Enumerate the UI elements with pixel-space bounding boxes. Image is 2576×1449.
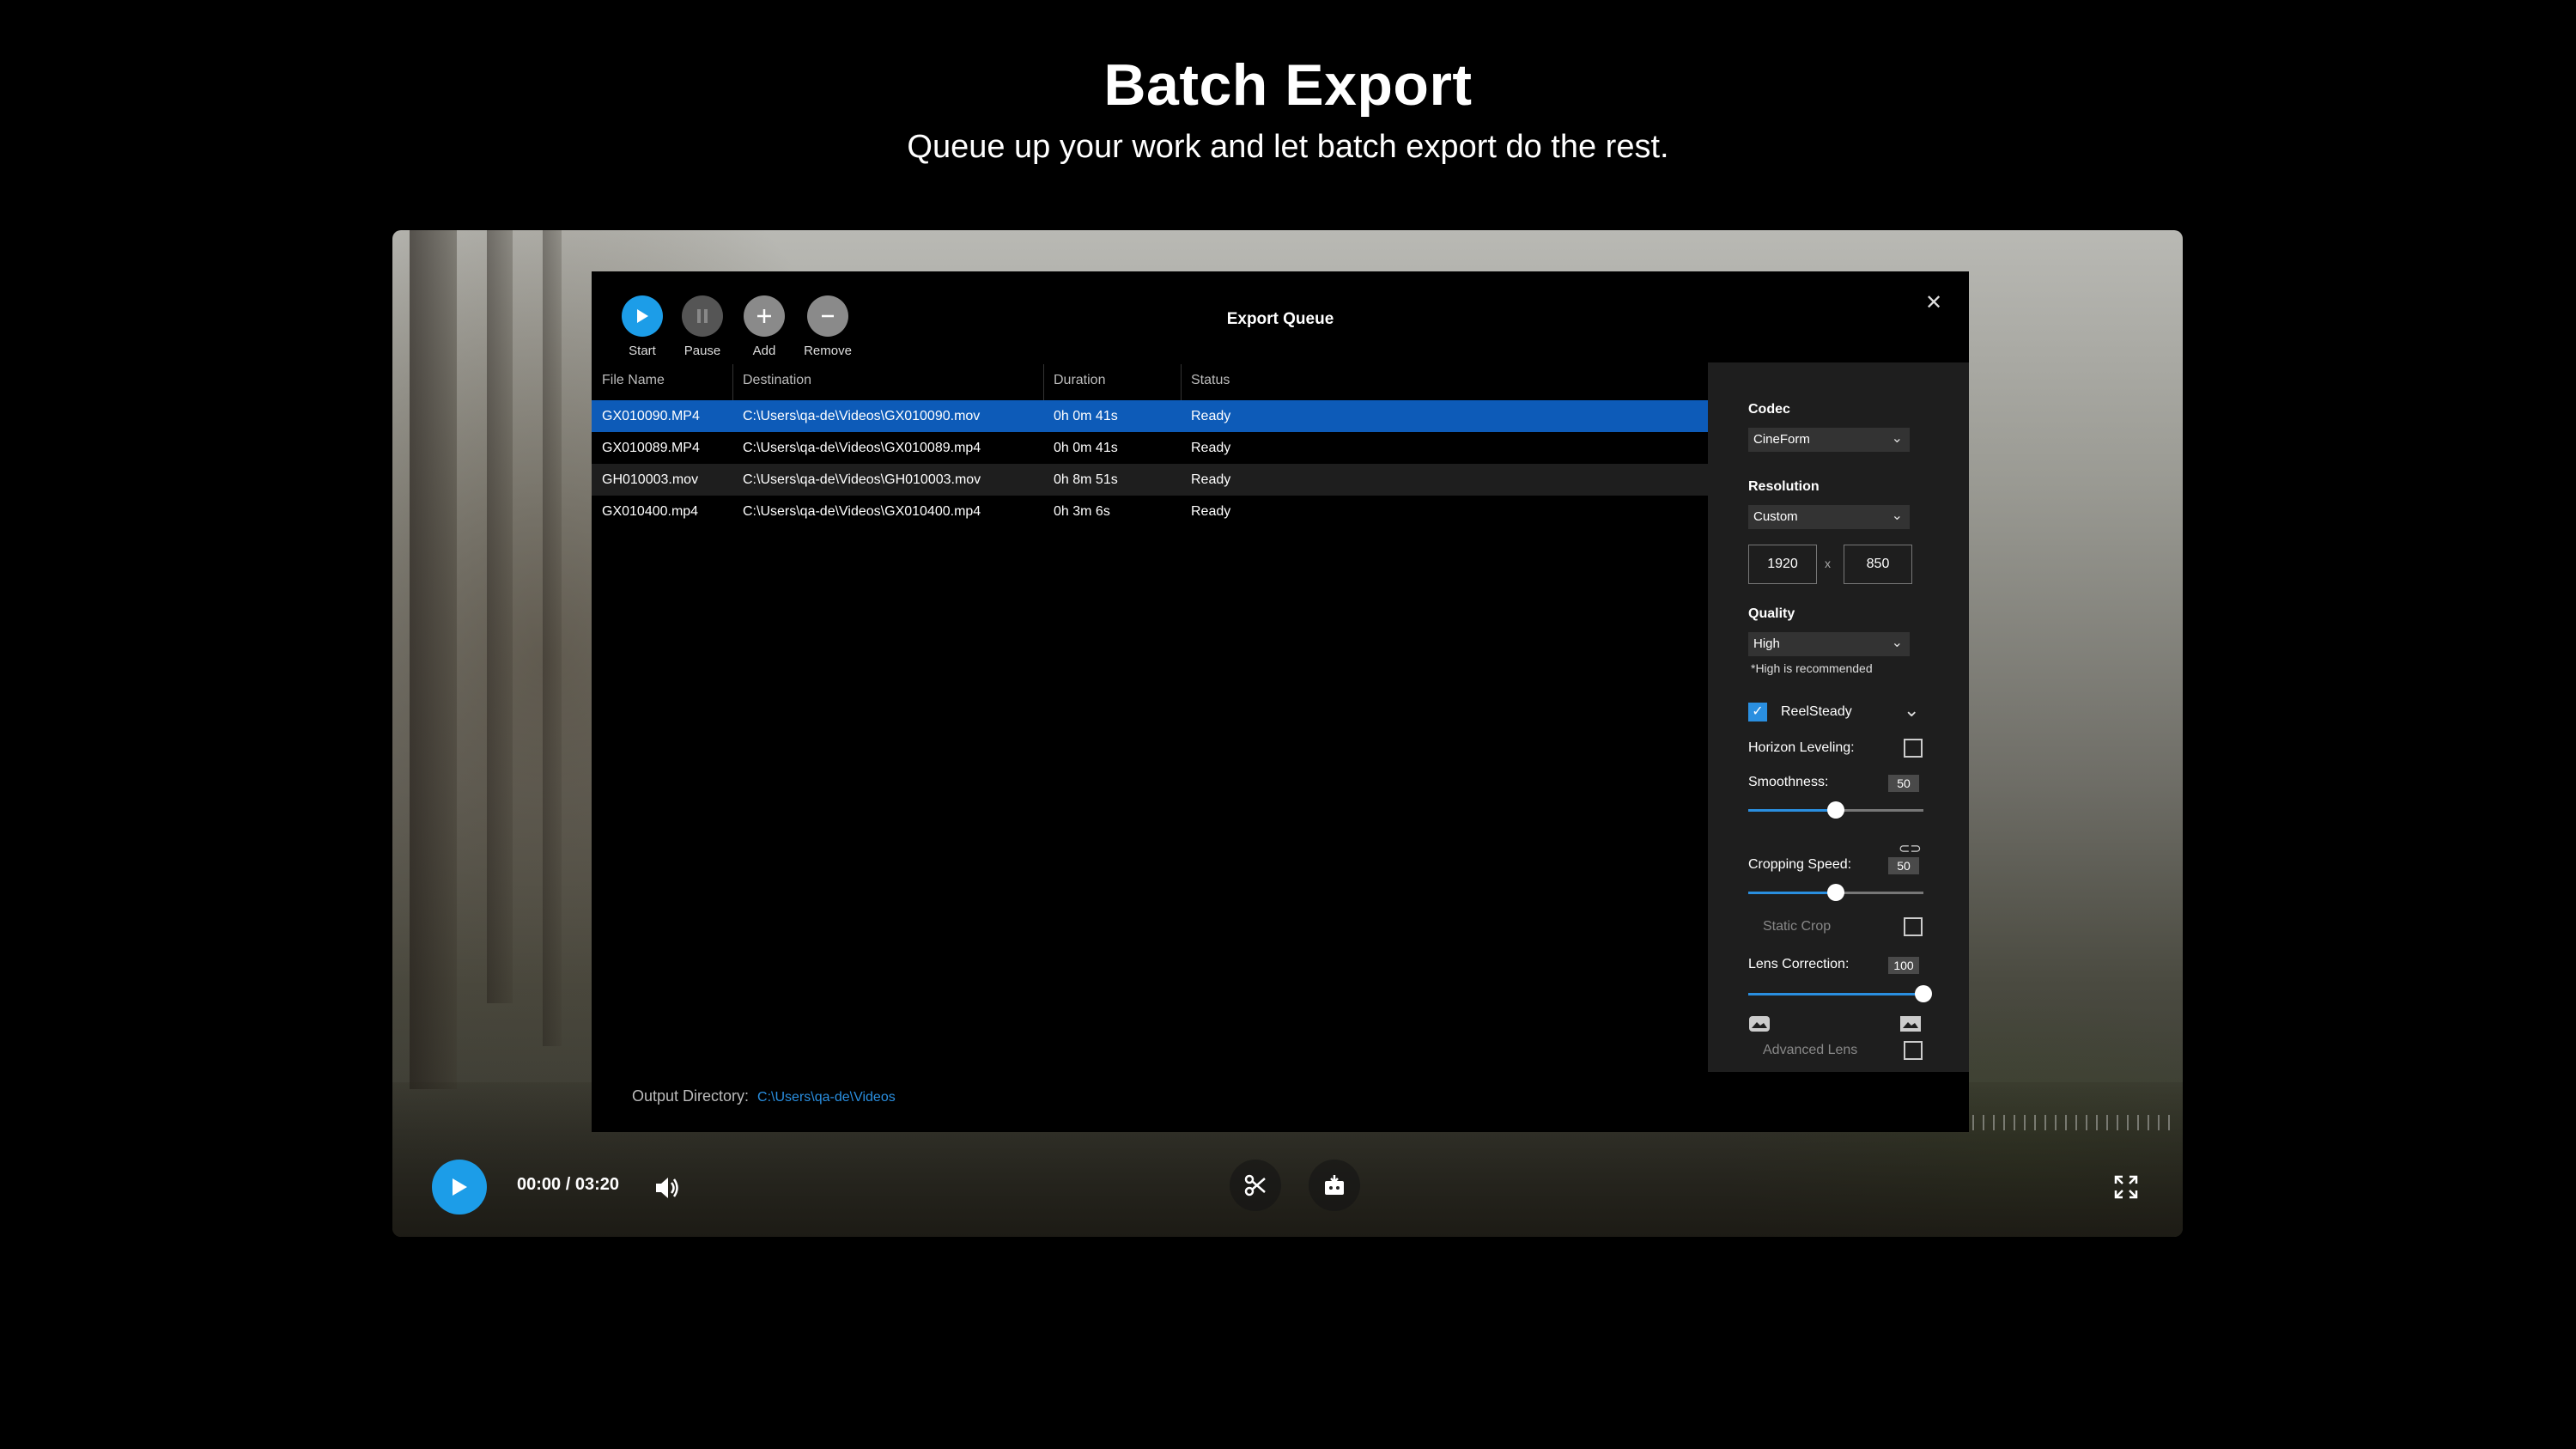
output-directory: Output Directory: C:\Users\qa-de\Videos <box>632 1087 896 1105</box>
chevron-down-icon: ⌄ <box>1891 431 1903 446</box>
cell-file-name: GH010003.mov <box>602 472 699 487</box>
output-directory-label: Output Directory: <box>632 1087 750 1105</box>
frame-grab-button[interactable] <box>1309 1160 1360 1211</box>
horizon-leveling-label: Horizon Leveling: <box>1748 740 1855 755</box>
table-row[interactable]: GH010003.mov C:\Users\qa-de\Videos\GH010… <box>592 464 1708 496</box>
trim-button[interactable] <box>1230 1160 1281 1211</box>
cell-status: Ready <box>1191 409 1231 423</box>
horizon-leveling-checkbox[interactable] <box>1904 739 1923 758</box>
lens-wide-icon <box>1749 1016 1770 1032</box>
codec-heading: Codec <box>1748 402 1790 417</box>
chevron-down-icon: ⌄ <box>1891 636 1903 650</box>
slider-handle[interactable] <box>1827 801 1844 819</box>
frame-grab-icon <box>1325 1175 1344 1195</box>
slider-handle[interactable] <box>1915 985 1932 1002</box>
smoothness-label: Smoothness: <box>1748 775 1829 789</box>
smoothness-value[interactable]: 50 <box>1888 775 1919 792</box>
static-crop-label: Static Crop <box>1763 919 1832 934</box>
export-settings-panel: Codec CineForm ⌄ Resolution Custom ⌄ 192… <box>1708 362 1969 1072</box>
fullscreen-icon[interactable] <box>2109 1170 2143 1204</box>
cropping-speed-value[interactable]: 50 <box>1888 857 1919 874</box>
cell-duration: 0h 0m 41s <box>1054 409 1118 423</box>
column-header-destination[interactable]: Destination <box>743 373 811 388</box>
cell-file-name: GX010400.mp4 <box>602 504 699 519</box>
app-window: Start Pause Add Remove Export Queue ✕ Fi… <box>392 230 2183 1237</box>
page-title: Batch Export <box>1103 52 1473 118</box>
cell-destination: C:\Users\qa-de\Videos\GX010089.mp4 <box>743 441 981 455</box>
dialog-title: Export Queue <box>1226 310 1334 328</box>
resolution-width-input[interactable]: 1920 <box>1748 545 1817 584</box>
lens-correction-slider[interactable] <box>1748 985 1932 1002</box>
reelsteady-checkbox[interactable]: ✓ <box>1748 703 1767 721</box>
cell-file-name: GX010089.MP4 <box>602 441 700 455</box>
link-icon[interactable]: ⊂⊃ <box>1899 840 1922 857</box>
cropping-speed-label: Cropping Speed: <box>1748 857 1852 872</box>
export-queue-dialog: Start Pause Add Remove Export Queue ✕ Fi… <box>592 271 1969 1132</box>
slider-handle[interactable] <box>1827 884 1844 901</box>
play-icon <box>453 1178 467 1196</box>
table-row[interactable]: GX010090.MP4 C:\Users\qa-de\Videos\GX010… <box>592 400 1708 432</box>
quality-heading: Quality <box>1748 606 1795 621</box>
reelsteady-label: ReelSteady <box>1781 704 1852 719</box>
cell-duration: 0h 0m 41s <box>1054 441 1118 455</box>
codec-select[interactable]: CineForm ⌄ <box>1748 428 1910 452</box>
lens-correction-value[interactable]: 100 <box>1888 957 1919 974</box>
play-button[interactable] <box>432 1160 487 1215</box>
chevron-down-icon[interactable]: ⌄ <box>1904 699 1919 721</box>
cell-file-name: GX010090.MP4 <box>602 409 700 423</box>
cell-duration: 0h 8m 51s <box>1054 472 1118 487</box>
cell-duration: 0h 3m 6s <box>1054 504 1110 519</box>
column-header-status[interactable]: Status <box>1191 373 1230 388</box>
static-crop-checkbox[interactable] <box>1904 917 1923 936</box>
lens-correction-label: Lens Correction: <box>1748 957 1850 971</box>
resolution-select[interactable]: Custom ⌄ <box>1748 505 1910 529</box>
smoothness-slider[interactable] <box>1748 801 1923 819</box>
cropping-speed-slider[interactable] <box>1748 884 1923 901</box>
scissors-icon <box>1244 1174 1266 1196</box>
remove-label: Remove <box>804 344 852 358</box>
volume-icon[interactable] <box>650 1171 684 1205</box>
cell-destination: C:\Users\qa-de\Videos\GX010090.mov <box>743 409 981 423</box>
page-subtitle: Queue up your work and let batch export … <box>907 129 1669 165</box>
lens-linear-icon <box>1900 1016 1921 1032</box>
table-header: File Name Destination Duration Status <box>592 364 1708 400</box>
cell-status: Ready <box>1191 504 1231 519</box>
cell-destination: C:\Users\qa-de\Videos\GX010400.mp4 <box>743 504 981 519</box>
column-header-duration[interactable]: Duration <box>1054 373 1105 388</box>
resolution-times: x <box>1825 557 1831 570</box>
codec-value: CineForm <box>1753 432 1810 447</box>
advanced-lens-checkbox[interactable] <box>1904 1041 1923 1060</box>
quality-value: High <box>1753 636 1780 651</box>
resolution-heading: Resolution <box>1748 479 1820 494</box>
cell-destination: C:\Users\qa-de\Videos\GH010003.mov <box>743 472 981 487</box>
column-header-file-name[interactable]: File Name <box>602 373 665 388</box>
cell-status: Ready <box>1191 441 1231 455</box>
close-icon[interactable]: ✕ <box>1921 290 1947 316</box>
resolution-height-input[interactable]: 850 <box>1844 545 1912 584</box>
chevron-down-icon: ⌄ <box>1891 508 1903 523</box>
export-queue-table: File Name Destination Duration Status GX… <box>592 364 1708 527</box>
resolution-value: Custom <box>1753 509 1798 524</box>
quality-note: *High is recommended <box>1751 661 1873 675</box>
playback-time: 00:00 / 03:20 <box>517 1175 619 1194</box>
quality-select[interactable]: High ⌄ <box>1748 632 1910 656</box>
cell-status: Ready <box>1191 472 1231 487</box>
timeline-ticks <box>1972 1115 2178 1130</box>
table-row[interactable]: GX010400.mp4 C:\Users\qa-de\Videos\GX010… <box>592 496 1708 527</box>
table-row[interactable]: GX010089.MP4 C:\Users\qa-de\Videos\GX010… <box>592 432 1708 464</box>
advanced-lens-label: Advanced Lens <box>1763 1043 1858 1057</box>
output-directory-link[interactable]: C:\Users\qa-de\Videos <box>757 1090 896 1105</box>
